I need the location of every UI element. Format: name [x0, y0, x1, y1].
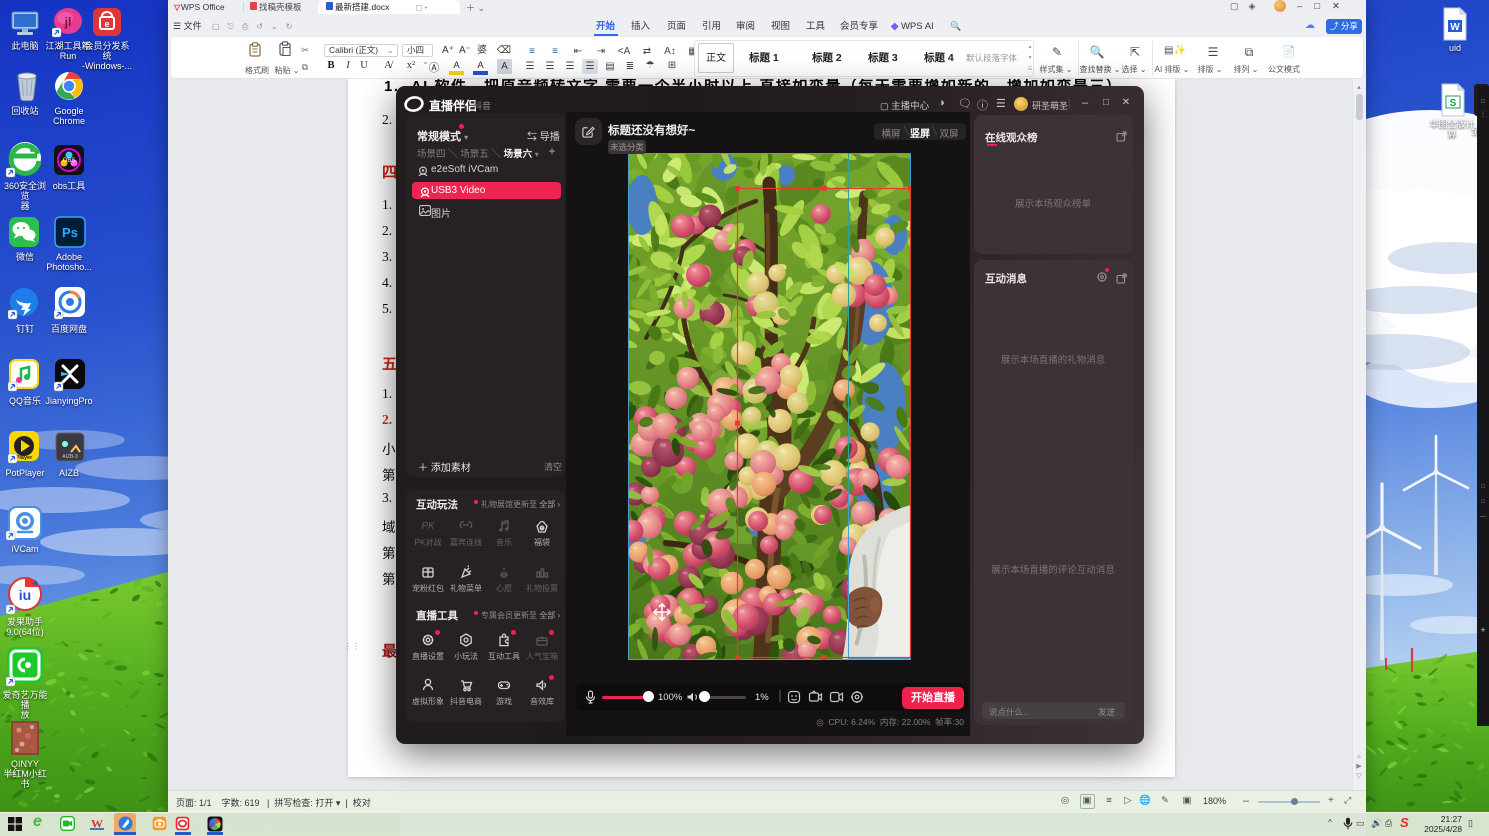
svg-text:OBS: OBS [63, 158, 76, 164]
svg-text:W: W [1450, 22, 1460, 33]
svg-text:PK: PK [421, 521, 436, 532]
svg-text:AIZB-3: AIZB-3 [62, 454, 78, 460]
svg-text:Player: Player [16, 455, 33, 461]
svg-text:e: e [104, 19, 109, 29]
svg-text:S: S [1450, 98, 1457, 109]
svg-text:W: W [91, 817, 103, 831]
svg-text:iu: iu [19, 587, 31, 603]
svg-text:jl: jl [64, 15, 72, 29]
svg-text:Ps: Ps [62, 225, 78, 240]
svg-text:10: 10 [426, 568, 431, 573]
